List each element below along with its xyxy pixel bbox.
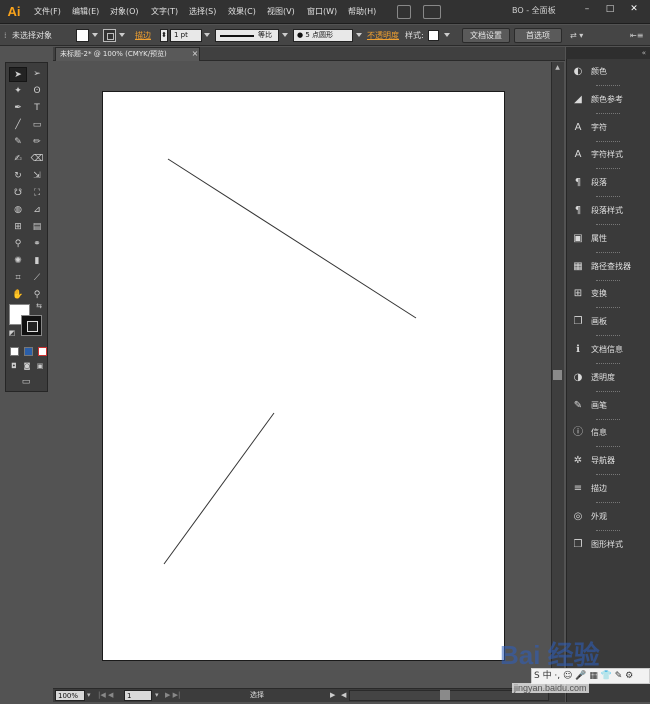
panel-icon: ◐ — [573, 66, 583, 77]
scroll-up-icon[interactable]: ▲ — [551, 63, 564, 73]
panel-label: 文档信息 — [591, 345, 623, 354]
ime-toolbar[interactable]: S 中 ·, ☺ 🎤 ▦ 👕 ✎ ⚙ — [531, 668, 650, 684]
collapse-dock-icon[interactable]: « — [642, 47, 646, 59]
panel-separator — [596, 141, 620, 143]
chevron-down-icon[interactable]: ▾ — [155, 690, 159, 701]
panel-separator — [596, 280, 620, 282]
panel-label: 图形样式 — [591, 540, 623, 549]
panel-separator — [596, 224, 620, 226]
panel-item[interactable]: ◎ 外观 — [568, 506, 648, 528]
panel-item[interactable]: ¶ 段落样式 — [568, 200, 648, 222]
panel-label: 外观 — [591, 512, 607, 521]
panel-icon: ◎ — [573, 511, 583, 522]
panel-separator — [596, 307, 620, 309]
dock-header: « — [566, 47, 650, 59]
panel-label: 字符样式 — [591, 150, 623, 159]
panel-item[interactable]: ◑ 透明度 — [568, 367, 648, 389]
panel-item[interactable]: A 字符样式 — [568, 144, 648, 166]
panel-item[interactable]: ❒ 图形样式 — [568, 534, 648, 556]
zoom-level-field[interactable]: 100% — [55, 690, 85, 701]
panel-icon: A — [574, 149, 582, 160]
horizontal-scroll-thumb[interactable] — [440, 690, 450, 700]
panel-separator — [596, 113, 620, 115]
panel-icon: ✎ — [573, 400, 583, 411]
panel-label: 段落 — [591, 178, 607, 187]
panel-label: 路径查找器 — [591, 262, 631, 271]
panel-label: 信息 — [591, 428, 607, 437]
vertical-scroll-thumb[interactable] — [553, 370, 562, 380]
first-artboard-icon[interactable]: |◀ ◀ — [98, 690, 113, 701]
panel-icon: ◢ — [574, 94, 582, 105]
panel-item[interactable]: ✲ 导航器 — [568, 450, 648, 472]
panel-icon: ❒ — [573, 539, 583, 550]
panel-separator — [596, 530, 620, 532]
panel-separator — [596, 446, 620, 448]
panel-separator — [596, 168, 620, 170]
panel-separator — [596, 474, 620, 476]
panel-label: 属性 — [591, 234, 607, 243]
panel-item[interactable]: ▣ 属性 — [568, 228, 648, 250]
panel-separator — [596, 502, 620, 504]
panel-icon: ▦ — [573, 261, 583, 272]
panel-separator — [596, 391, 620, 393]
panel-icon: A — [574, 122, 582, 133]
panel-item[interactable]: ✎ 画笔 — [568, 395, 648, 417]
panel-separator — [596, 252, 620, 254]
panel-separator — [596, 196, 620, 198]
panel-label: 颜色 — [591, 67, 607, 76]
panel-icon: ❐ — [573, 316, 583, 327]
panel-label: 画笔 — [591, 401, 607, 410]
panel-label: 透明度 — [591, 373, 615, 382]
panel-item[interactable]: ▦ 路径查找器 — [568, 256, 648, 278]
panel-item[interactable]: ❐ 画板 — [568, 311, 648, 333]
artboard-number-field[interactable]: 1 — [124, 690, 152, 701]
panel-icon: ⓘ — [573, 427, 583, 438]
panel-item[interactable]: ⓘ 信息 — [568, 422, 648, 444]
panel-separator — [596, 363, 620, 365]
panel-separator — [596, 335, 620, 337]
panel-item[interactable]: ◢ 颜色参考 — [568, 89, 648, 111]
panel-label: 字符 — [591, 123, 607, 132]
next-artboard-icon[interactable]: ▶ ▶| — [165, 690, 180, 701]
panel-label: 描边 — [591, 484, 607, 493]
panel-icon: ⊞ — [573, 288, 583, 299]
panel-icon: ✲ — [573, 455, 583, 466]
panel-separator — [596, 419, 620, 421]
panel-item[interactable]: A 字符 — [568, 117, 648, 139]
panel-item[interactable]: ≡ 描边 — [568, 478, 648, 500]
panel-icon: ▣ — [573, 233, 583, 244]
panel-label: 变换 — [591, 289, 607, 298]
panel-label: 段落样式 — [591, 206, 623, 215]
panel-icon: ¶ — [574, 205, 582, 216]
watermark-site: jingyan.baidu.com — [512, 683, 589, 693]
line-path-2[interactable] — [163, 412, 275, 565]
watermark-brand: Bai 经验 — [500, 640, 600, 670]
panel-icon: ≡ — [573, 483, 583, 494]
panel-item[interactable]: ¶ 段落 — [568, 172, 648, 194]
panel-label: 画板 — [591, 317, 607, 326]
panel-item[interactable]: ⊞ 变换 — [568, 283, 648, 305]
panel-icon: ¶ — [574, 177, 582, 188]
panel-icon: ◑ — [573, 372, 583, 383]
panel-label: 导航器 — [591, 456, 615, 465]
scroll-left-icon[interactable]: ◀ — [341, 690, 346, 701]
panel-label: 颜色参考 — [591, 95, 623, 104]
panel-item[interactable]: ℹ 文档信息 — [568, 339, 648, 361]
panel-item[interactable]: ◐ 颜色 — [568, 61, 648, 83]
current-tool-status: 选择 — [250, 691, 264, 699]
panel-separator — [596, 85, 620, 87]
line-path-1[interactable] — [167, 158, 417, 319]
panel-icon: ℹ — [576, 344, 580, 355]
chevron-down-icon[interactable]: ▾ — [87, 690, 91, 701]
status-menu-icon[interactable]: ▶ — [330, 690, 335, 701]
